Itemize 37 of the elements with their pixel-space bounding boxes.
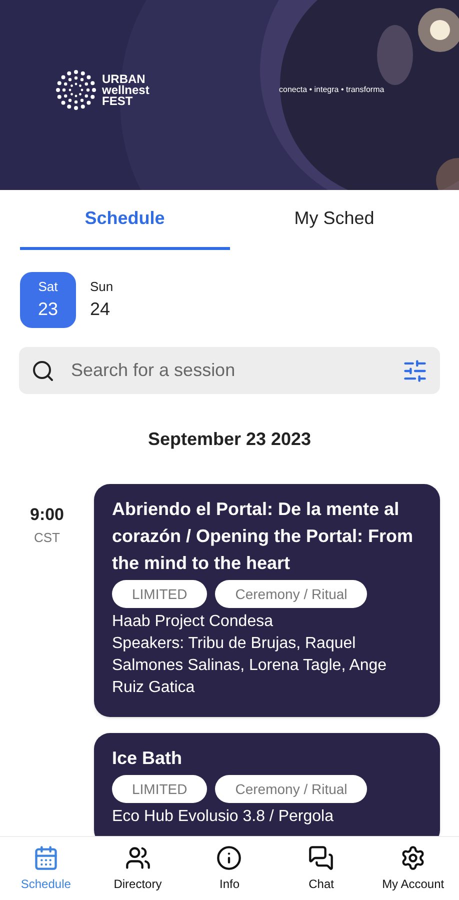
session-card[interactable]: Ice Bath LIMITED Ceremony / Ritual Eco Hub Evolusio 3.8 / Pergola bbox=[94, 733, 440, 836]
gear-icon bbox=[400, 844, 426, 870]
session-detail: Eco Hub Evolusio 3.8 / Pergola bbox=[112, 807, 334, 827]
search-bar[interactable]: Search for a session bbox=[19, 347, 440, 394]
nav-item[interactable]: Chat bbox=[275, 837, 368, 900]
session-card[interactable] bbox=[94, 484, 440, 717]
people-icon bbox=[124, 844, 151, 870]
info-icon bbox=[216, 844, 242, 870]
nav-item[interactable]: Schedule bbox=[0, 837, 92, 900]
session-title: Abriendo el Portal: De la mente al corazón / Opening the Portal: From the mind to the heart bbox=[112, 498, 414, 575]
day-chip[interactable]: Sun 24 bbox=[90, 272, 146, 328]
nav-item[interactable]: My Account bbox=[367, 837, 459, 900]
tagline: conecta • integra • transforma bbox=[279, 84, 384, 96]
chat-icon bbox=[308, 844, 334, 870]
filter-icon[interactable] bbox=[402, 358, 428, 384]
day-chip[interactable]: Sat 23 bbox=[20, 272, 76, 328]
time-zone: CST bbox=[34, 528, 60, 546]
tag: Ceremony / Ritual bbox=[215, 580, 368, 608]
tag: LIMITED bbox=[112, 775, 208, 803]
logo-text: FEST bbox=[102, 96, 133, 106]
tab[interactable]: My Sched bbox=[230, 190, 439, 250]
logo-text: wellnest bbox=[102, 84, 150, 96]
search-field[interactable]: Search for a session bbox=[71, 357, 386, 384]
nav-item[interactable]: Info bbox=[184, 837, 276, 900]
session-detail: Haab Project Condesa bbox=[112, 612, 274, 632]
logo-icon bbox=[56, 70, 96, 110]
tab[interactable]: Schedule bbox=[20, 190, 230, 250]
session-detail: Speakers: Tribu de Brujas, Raquel Salmones Salinas, Lorena Tagle, Ange Ruiz Gatica bbox=[112, 634, 388, 698]
calendar-icon bbox=[32, 844, 59, 870]
session-title: Ice Bath bbox=[112, 747, 184, 770]
tag: Ceremony / Ritual bbox=[215, 775, 368, 803]
date-heading: September 23 2023 bbox=[148, 428, 312, 451]
nav-item[interactable]: Directory bbox=[92, 837, 184, 900]
search-icon bbox=[31, 358, 55, 382]
session-time: 9:00 bbox=[30, 504, 64, 526]
tag: LIMITED bbox=[112, 580, 208, 608]
logo-text: URBAN bbox=[102, 74, 146, 84]
